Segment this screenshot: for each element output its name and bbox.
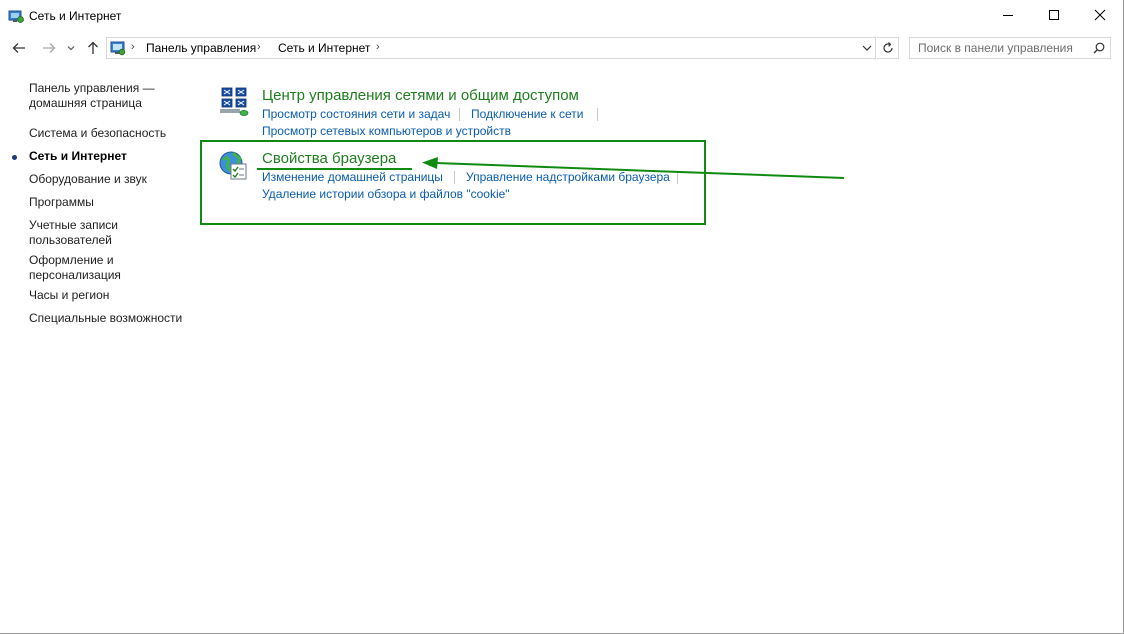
task-view-network-status[interactable]: Просмотр состояния сети и задач	[262, 107, 450, 121]
sidebar-item-control-panel-home[interactable]: Панель управления — домашняя страница	[29, 81, 155, 111]
window-title: Сеть и Интернет	[29, 9, 122, 23]
sidebar-item-label: Оформление и	[29, 253, 114, 267]
control-panel-window: Сеть и Интернет › Панель управления › Се…	[0, 0, 1124, 634]
network-folder-icon	[8, 10, 24, 23]
refresh-button[interactable]	[877, 37, 899, 59]
search-icon	[1093, 42, 1105, 54]
arrow-right-icon	[43, 43, 56, 53]
close-icon	[1094, 9, 1106, 21]
sidebar-item-label: персонализация	[29, 268, 121, 282]
current-item-bullet	[12, 155, 17, 160]
refresh-icon	[882, 42, 893, 53]
maximize-button[interactable]	[1031, 0, 1077, 30]
title-bar: Сеть и Интернет	[0, 0, 1123, 31]
control-panel-icon	[110, 41, 126, 56]
breadcrumb-network-internet[interactable]: Сеть и Интернет	[278, 41, 370, 55]
sidebar-item-label: Панель управления —	[29, 81, 155, 95]
sidebar-item-appearance[interactable]: Оформление и персонализация	[29, 253, 121, 283]
chevron-down-icon	[67, 46, 75, 51]
maximize-icon	[1049, 10, 1059, 20]
sidebar-item-label: пользователей	[29, 233, 112, 247]
sidebar-item-user-accounts[interactable]: Учетные записи пользователей	[29, 218, 118, 248]
breadcrumb-separator[interactable]: ›	[376, 41, 380, 53]
breadcrumb-control-panel[interactable]: Панель управления	[146, 41, 256, 55]
forward-button[interactable]	[38, 37, 60, 59]
sidebar-item-programs[interactable]: Программы	[29, 195, 94, 210]
left-navigation-pane: Панель управления — домашняя страница Си…	[0, 70, 200, 630]
sidebar-item-accessibility[interactable]: Специальные возможности	[29, 311, 182, 326]
network-center-icon	[220, 87, 249, 116]
arrow-left-icon	[12, 43, 25, 53]
minimize-icon	[1003, 15, 1013, 16]
arrow-up-icon	[88, 41, 98, 54]
recent-locations-button[interactable]	[64, 37, 78, 59]
address-history-button[interactable]	[859, 38, 875, 58]
breadcrumb-separator[interactable]: ›	[257, 41, 261, 53]
sidebar-item-clock-region[interactable]: Часы и регион	[29, 288, 109, 303]
search-button[interactable]	[1090, 40, 1108, 56]
minimize-button[interactable]	[985, 0, 1031, 30]
up-button[interactable]	[82, 37, 104, 59]
back-button[interactable]	[8, 37, 30, 59]
annotation-underline	[257, 168, 412, 170]
chevron-down-icon	[862, 45, 872, 51]
task-connect-to-network[interactable]: Подключение к сети	[471, 107, 583, 121]
task-separator	[597, 108, 598, 121]
address-bar[interactable]: › Панель управления › Сеть и Интернет ›	[106, 37, 876, 59]
task-separator	[459, 108, 460, 121]
category-title-network-sharing-center[interactable]: Центр управления сетями и общим доступом	[262, 87, 579, 104]
sidebar-item-label: домашняя страница	[29, 96, 142, 110]
search-box[interactable]	[909, 37, 1111, 59]
sidebar-item-system-security[interactable]: Система и безопасность	[29, 126, 166, 141]
annotation-arrow-icon	[422, 157, 845, 179]
sidebar-item-hardware-sound[interactable]: Оборудование и звук	[29, 172, 147, 187]
navigation-bar: › Панель управления › Сеть и Интернет ›	[0, 33, 1123, 63]
task-view-network-computers[interactable]: Просмотр сетевых компьютеров и устройств	[262, 124, 511, 138]
sidebar-item-label: Учетные записи	[29, 218, 118, 232]
close-button[interactable]	[1077, 0, 1123, 30]
breadcrumb-separator[interactable]: ›	[131, 41, 135, 53]
sidebar-item-network-internet[interactable]: Сеть и Интернет	[29, 149, 127, 164]
search-input[interactable]	[910, 38, 1090, 58]
